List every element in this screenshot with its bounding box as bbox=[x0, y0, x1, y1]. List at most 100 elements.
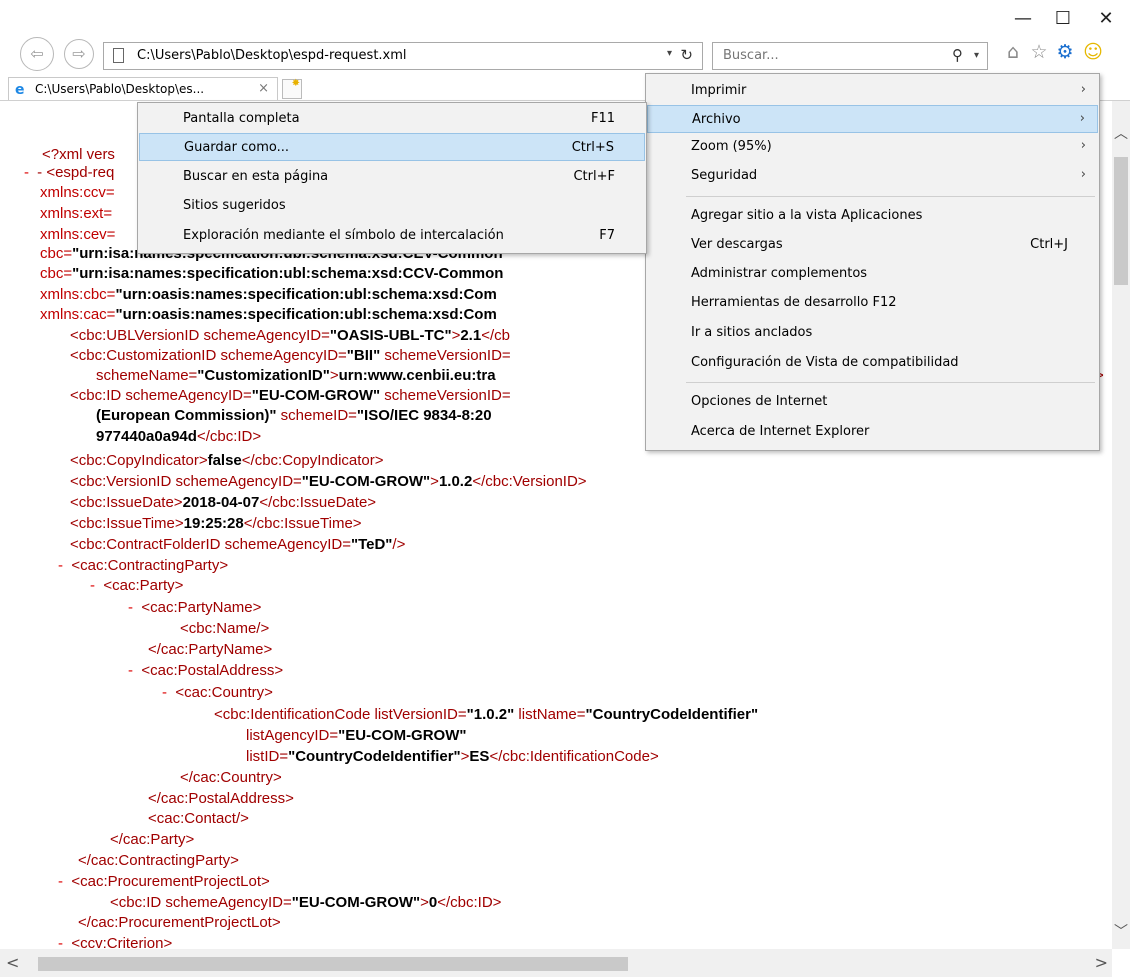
back-button[interactable]: ⇦ bbox=[20, 37, 54, 71]
menu-item-seguridad[interactable]: Seguridad › bbox=[647, 162, 1098, 190]
close-window-button[interactable]: ✕ bbox=[1088, 6, 1124, 32]
xml-line: <cbc:IssueTime>19:25:28</cbc:IssueTime> bbox=[70, 515, 362, 532]
xml-line: </cac:ContractingParty> bbox=[78, 852, 239, 869]
xml-line: <cbc:IdentificationCode listVersionID="1… bbox=[214, 706, 759, 723]
minimize-button[interactable]: — bbox=[1005, 6, 1041, 32]
collapse-toggle[interactable]: - bbox=[58, 557, 63, 574]
xml-line: <cbc:UBLVersionID schemeAgencyID="OASIS-… bbox=[70, 327, 510, 344]
collapse-toggle[interactable]: - bbox=[58, 935, 63, 949]
xml-line: - <cac:PostalAddress> bbox=[128, 662, 284, 679]
xml-line: </cac:Party> bbox=[110, 831, 195, 848]
ie-favicon-icon: e bbox=[15, 82, 25, 98]
menu-item-exploracion-intercalacion[interactable]: Exploración mediante el símbolo de inter… bbox=[139, 222, 645, 250]
xml-line: <cbc:Name/> bbox=[180, 620, 270, 637]
xml-line: schemeName="CustomizationID">urn:www.cen… bbox=[96, 367, 496, 384]
forward-arrow-icon: ⇨ bbox=[72, 44, 86, 63]
menu-item-zoom[interactable]: Zoom (95%) › bbox=[647, 133, 1098, 161]
address-dropdown-icon[interactable]: ▾ bbox=[667, 48, 672, 59]
new-tab-star-icon: ✸ bbox=[291, 78, 300, 89]
submenu-arrow-icon: › bbox=[1080, 138, 1086, 153]
menu-item-sitios-sugeridos[interactable]: Sitios sugeridos bbox=[139, 192, 645, 220]
search-input[interactable] bbox=[721, 47, 925, 64]
collapse-toggle[interactable]: - bbox=[24, 164, 29, 181]
xml-line: <cbc:CopyIndicator>false</cbc:CopyIndica… bbox=[70, 452, 384, 469]
search-icon[interactable]: ⚲ bbox=[952, 46, 963, 64]
scroll-down-icon[interactable]: ﹀ bbox=[1114, 921, 1128, 941]
xml-line: - - <espd-req bbox=[24, 164, 115, 181]
page-icon bbox=[113, 48, 124, 63]
xml-line: <cbc:IssueDate>2018-04-07</cbc:IssueDate… bbox=[70, 494, 377, 511]
menu-item-archivo[interactable]: Archivo › bbox=[647, 105, 1098, 133]
menu-item-herramientas-desarrollo[interactable]: Herramientas de desarrollo F12 bbox=[647, 289, 1098, 317]
scroll-left-icon[interactable]: < bbox=[6, 953, 19, 972]
collapse-toggle[interactable]: - bbox=[90, 577, 95, 594]
maximize-button[interactable]: ☐ bbox=[1045, 6, 1081, 32]
xml-line: <cbc:ID schemeAgencyID="EU-COM-GROW">0</… bbox=[110, 894, 502, 911]
xml-line: 977440a0a94d</cbc:ID> bbox=[96, 428, 262, 445]
menu-item-sitios-anclados[interactable]: Ir a sitios anclados bbox=[647, 319, 1098, 347]
file-submenu: Pantalla completa F11 Guardar como... Ctrl… bbox=[137, 102, 647, 254]
new-tab-button[interactable]: ✸ bbox=[282, 78, 302, 99]
menu-separator bbox=[686, 382, 1095, 383]
search-dropdown-icon[interactable]: ▾ bbox=[974, 50, 979, 61]
xml-line: <cac:Contact/> bbox=[148, 810, 249, 827]
submenu-arrow-icon: › bbox=[1079, 111, 1085, 126]
menu-item-imprimir[interactable]: Imprimir › bbox=[647, 77, 1098, 105]
horizontal-scroll-thumb[interactable] bbox=[38, 957, 628, 971]
vertical-scrollbar[interactable]: ︿ ﹀ bbox=[1112, 101, 1130, 949]
xml-line: <?xml vers bbox=[42, 146, 115, 163]
tools-menu: Imprimir › Archivo › Zoom (95%) › Seguridad… bbox=[645, 73, 1100, 451]
xml-line: <cbc:CustomizationID schemeAgencyID="BII… bbox=[70, 347, 511, 364]
scroll-right-icon[interactable]: > bbox=[1095, 953, 1108, 972]
browser-tab[interactable]: e C:\Users\Pablo\Desktop\es... × bbox=[8, 77, 278, 101]
xml-line: - <cac:Country> bbox=[162, 684, 273, 701]
xml-line: <cbc:ContractFolderID schemeAgencyID="Te… bbox=[70, 536, 406, 553]
feedback-smiley-icon[interactable]: ☺ bbox=[1082, 40, 1104, 64]
menu-item-pantalla-completa[interactable]: Pantalla completa F11 bbox=[139, 105, 645, 133]
collapse-toggle[interactable]: - bbox=[128, 662, 133, 679]
tab-close-icon[interactable]: × bbox=[258, 81, 269, 96]
refresh-icon[interactable]: ↻ bbox=[680, 46, 693, 64]
xml-line: xmlns:cbc="urn:oasis:names:specification… bbox=[40, 286, 497, 303]
menu-item-vista-compatibilidad[interactable]: Configuración de Vista de compatibilidad bbox=[647, 349, 1098, 377]
xml-line: - <cac:Party> bbox=[90, 577, 184, 594]
menu-item-guardar-como[interactable]: Guardar como... Ctrl+S bbox=[139, 133, 645, 161]
home-icon[interactable]: ⌂ bbox=[1002, 40, 1024, 64]
xml-line: xmlns:cac="urn:oasis:names:specification… bbox=[40, 306, 497, 323]
vertical-scroll-thumb[interactable] bbox=[1114, 157, 1128, 285]
xml-line: xmlns:ccv= bbox=[40, 184, 115, 201]
xml-line: <cbc:ID schemeAgencyID="EU-COM-GROW" sch… bbox=[70, 387, 511, 404]
address-url: C:\Users\Pablo\Desktop\espd-request.xml bbox=[137, 48, 407, 63]
xml-line: </cac:ProcurementProjectLot> bbox=[78, 914, 281, 931]
xml-line: - <cac:ProcurementProjectLot> bbox=[58, 873, 270, 890]
xml-line: (European Commission)" schemeID="ISO/IEC… bbox=[96, 407, 492, 424]
search-box[interactable]: ⚲ ▾ bbox=[712, 42, 988, 70]
menu-item-agregar-sitio[interactable]: Agregar sitio a la vista Aplicaciones bbox=[647, 202, 1098, 230]
menu-separator bbox=[686, 196, 1095, 197]
collapse-toggle[interactable]: - bbox=[128, 599, 133, 616]
xml-line: - <ccv:Criterion> bbox=[58, 934, 172, 949]
xml-line: </cac:Country> bbox=[180, 769, 282, 786]
menu-item-buscar-pagina[interactable]: Buscar en esta página Ctrl+F bbox=[139, 163, 645, 191]
address-bar[interactable]: C:\Users\Pablo\Desktop\espd-request.xml … bbox=[103, 42, 703, 70]
forward-button[interactable]: ⇨ bbox=[64, 39, 94, 69]
menu-item-ver-descargas[interactable]: Ver descargas Ctrl+J bbox=[647, 231, 1098, 259]
collapse-toggle[interactable]: - bbox=[58, 873, 63, 890]
xml-line: listAgencyID="EU-COM-GROW" bbox=[246, 727, 467, 744]
xml-line: </cac:PostalAddress> bbox=[148, 790, 294, 807]
menu-item-acerca-de[interactable]: Acerca de Internet Explorer bbox=[647, 418, 1098, 446]
favorites-star-icon[interactable]: ☆ bbox=[1028, 40, 1050, 64]
menu-item-administrar-complementos[interactable]: Administrar complementos bbox=[647, 260, 1098, 288]
collapse-toggle[interactable]: - bbox=[162, 684, 167, 701]
menu-item-opciones-internet[interactable]: Opciones de Internet bbox=[647, 388, 1098, 416]
xml-line: cbc="urn:isa:names:specification:ubl:sch… bbox=[40, 265, 504, 282]
back-arrow-icon: ⇦ bbox=[30, 44, 44, 63]
xml-line: <cbc:VersionID schemeAgencyID="EU-COM-GR… bbox=[70, 473, 587, 490]
submenu-arrow-icon: › bbox=[1080, 82, 1086, 97]
xml-line: listID="CountryCodeIdentifier">ES</cbc:I… bbox=[246, 748, 659, 765]
scroll-up-icon[interactable]: ︿ bbox=[1114, 123, 1128, 143]
xml-line: xmlns:cev= bbox=[40, 226, 116, 243]
horizontal-scrollbar[interactable]: < > bbox=[0, 949, 1112, 977]
tools-gear-icon[interactable]: ⚙ bbox=[1054, 40, 1076, 64]
xml-line: </cac:PartyName> bbox=[148, 641, 273, 658]
